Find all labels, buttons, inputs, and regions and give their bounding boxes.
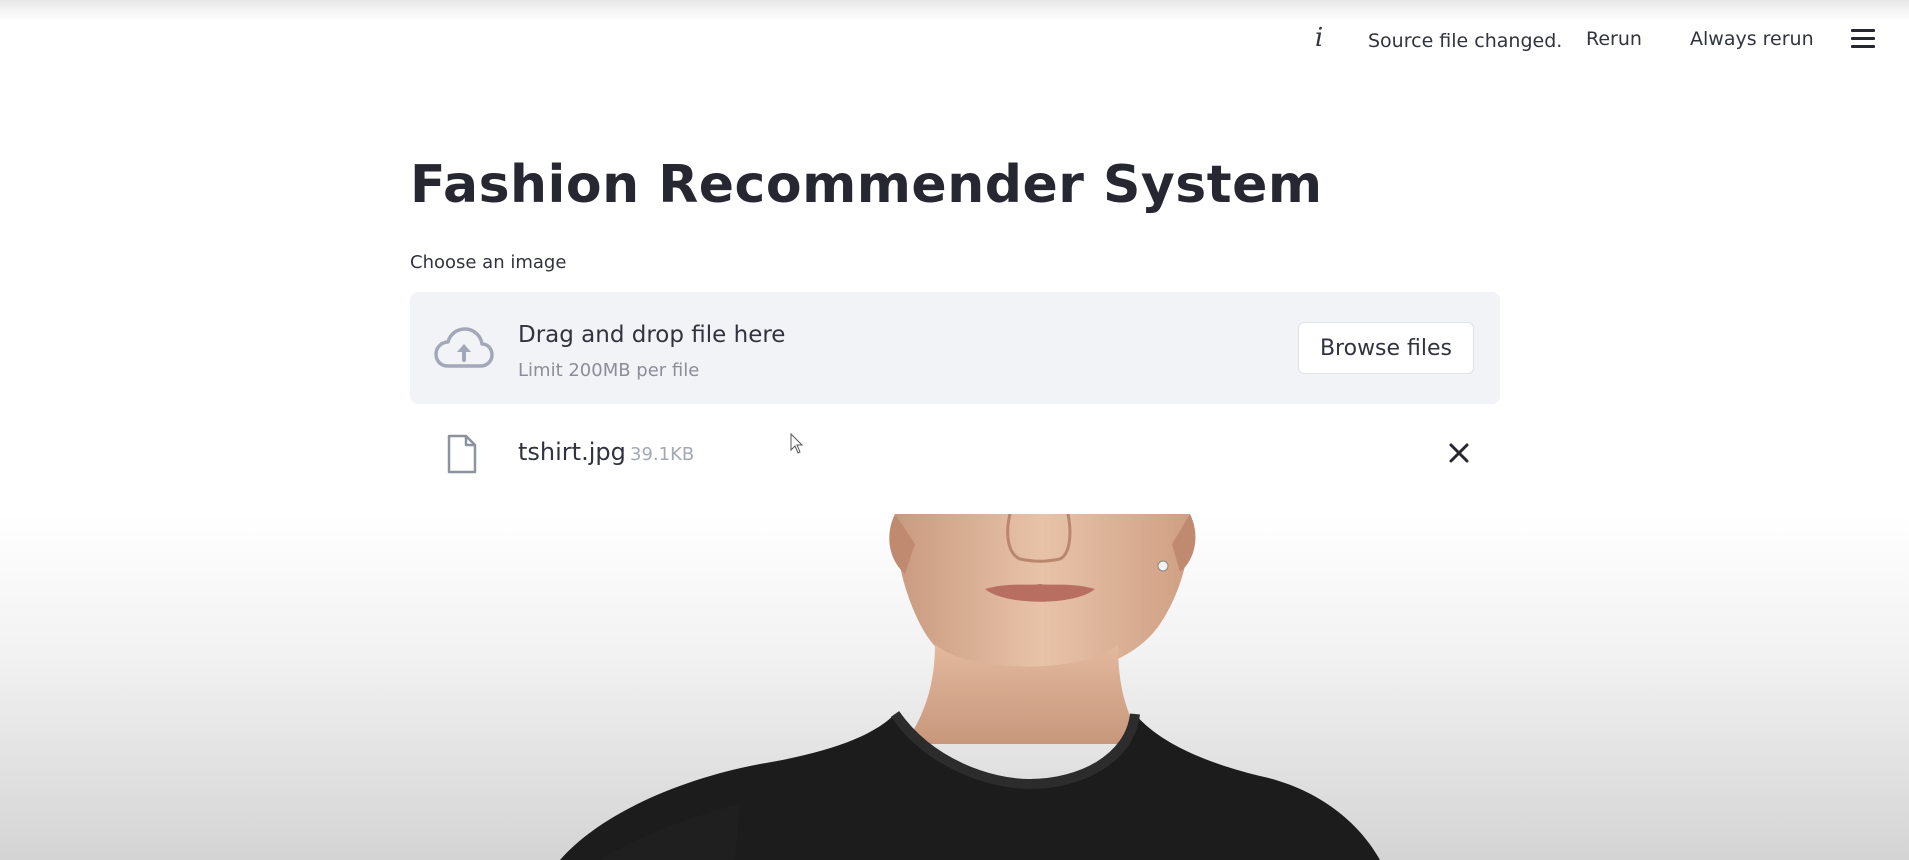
cloud-upload-icon	[434, 327, 494, 368]
page-title: Fashion Recommender System	[410, 155, 1323, 215]
uploader-label: Choose an image	[410, 252, 567, 273]
file-dropzone[interactable]: Drag and drop file here Limit 200MB per …	[410, 292, 1500, 404]
always-rerun-button[interactable]: Always rerun	[1684, 20, 1820, 58]
uploaded-file-name: tshirt.jpg	[518, 438, 626, 466]
info-icon: i	[1314, 23, 1324, 53]
tshirt-photo	[560, 514, 1380, 860]
browse-files-button[interactable]: Browse files	[1298, 322, 1474, 374]
file-size-limit: Limit 200MB per file	[518, 360, 700, 381]
uploaded-file-row: tshirt.jpg 39.1KB	[410, 424, 1500, 484]
drop-instruction: Drag and drop file here	[518, 322, 786, 348]
mouse-cursor-icon	[790, 433, 804, 454]
source-changed-status: Source file changed.	[1368, 30, 1563, 52]
file-icon	[447, 434, 477, 474]
top-status-bar: i Source file changed. Rerun Always reru…	[0, 0, 1909, 80]
hamburger-menu-icon[interactable]	[1851, 26, 1875, 52]
close-icon[interactable]	[1444, 438, 1474, 468]
uploaded-file-size: 39.1KB	[630, 444, 695, 465]
rerun-button[interactable]: Rerun	[1580, 20, 1648, 58]
uploaded-image-preview	[0, 514, 1909, 860]
